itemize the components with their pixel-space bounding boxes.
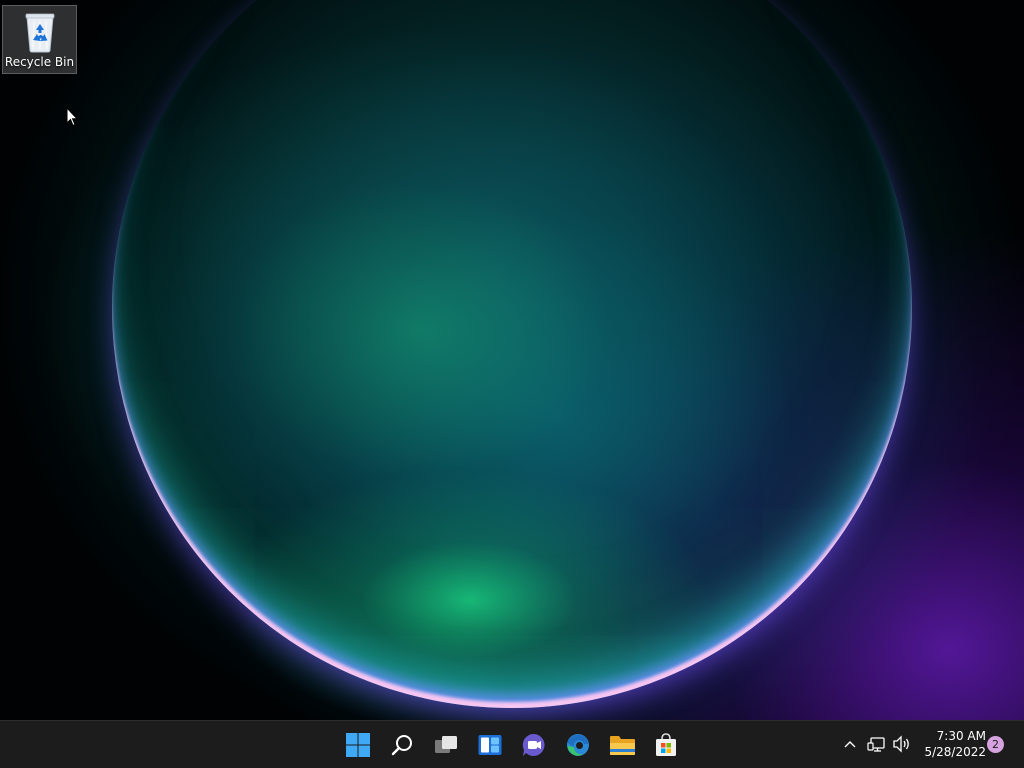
edge-icon — [567, 734, 589, 756]
clock-time: 7:30 AM — [936, 729, 986, 743]
file-explorer-button[interactable] — [603, 726, 641, 764]
desktop-wallpaper: Recycle Bin — [0, 0, 1024, 720]
store-icon — [656, 733, 676, 756]
widgets-icon — [478, 735, 502, 755]
search-button[interactable] — [383, 726, 421, 764]
teams-chat-icon — [522, 733, 545, 756]
recycle-bin-shortcut[interactable]: Recycle Bin — [2, 5, 77, 74]
show-hidden-icons-button[interactable] — [839, 733, 861, 755]
recycle-bin-label: Recycle Bin — [4, 55, 75, 69]
volume-button[interactable] — [891, 733, 913, 755]
chat-button[interactable] — [515, 726, 553, 764]
edge-button[interactable] — [559, 726, 597, 764]
mouse-pointer-icon — [66, 107, 78, 127]
chevron-up-icon — [844, 741, 856, 748]
start-button[interactable] — [339, 726, 377, 764]
taskbar: 7:30 AM 5/28/2022 — [0, 720, 1024, 768]
widgets-button[interactable] — [471, 726, 509, 764]
task-view-button[interactable] — [427, 726, 465, 764]
notification-badge[interactable]: 2 — [987, 736, 1004, 753]
network-button[interactable] — [866, 733, 888, 755]
folder-icon — [610, 736, 635, 755]
network-icon — [867, 737, 885, 752]
clock-date: 5/28/2022 — [924, 745, 986, 759]
windows-logo-icon — [346, 733, 370, 757]
store-button[interactable] — [647, 726, 685, 764]
recycle-bin-icon — [25, 13, 54, 53]
wallpaper-bloom — [112, 0, 912, 708]
clock[interactable]: 7:30 AM 5/28/2022 — [916, 728, 986, 760]
task-view-icon — [435, 736, 457, 753]
volume-icon — [893, 735, 909, 753]
search-icon — [391, 735, 412, 756]
